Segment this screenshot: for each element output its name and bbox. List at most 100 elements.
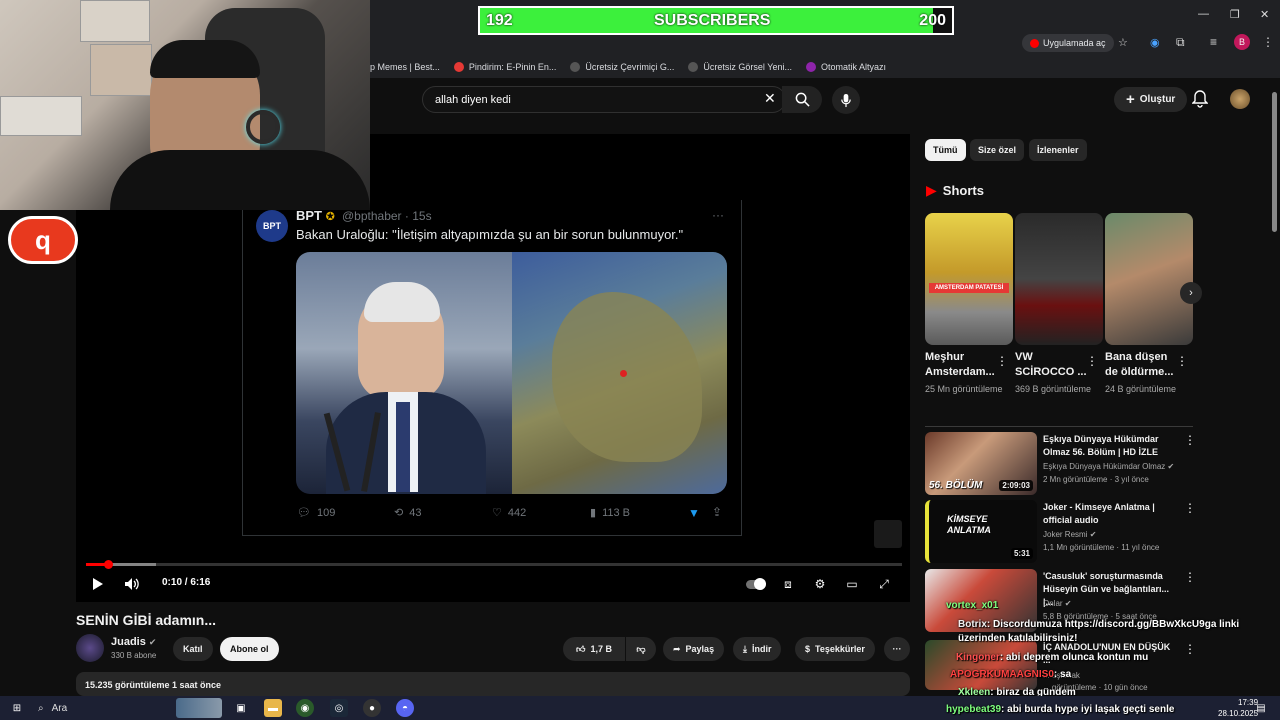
chip-for-you[interactable]: Size özel	[970, 139, 1025, 161]
recommended-thumbnail[interactable]: KİMSEYE ANLATMA 5:31	[925, 500, 1037, 563]
chat-message: APOGRKUMAAGNIS0: sa	[950, 669, 1072, 680]
media-control-icon[interactable]: ≡	[1210, 35, 1217, 49]
more-actions-button[interactable]: ···	[884, 637, 910, 661]
short-title[interactable]: Bana düşen de öldürme...	[1105, 350, 1177, 380]
bookmark-item[interactable]: Ücretsiz Çevrimiçi G...	[570, 62, 674, 72]
thumbs-down-icon: 👎︎	[636, 643, 646, 654]
shorts-icon: ▶	[926, 182, 937, 198]
chrome-icon[interactable]: ◉	[296, 699, 314, 717]
toggle-icon	[746, 577, 766, 590]
video-scrubber-handle[interactable]	[104, 560, 114, 569]
theater-mode-button[interactable]: ▭	[842, 574, 862, 594]
recommended-menu-icon[interactable]: ⋮	[1184, 501, 1196, 515]
share-arrow-icon: ➦	[673, 643, 681, 654]
close-icon[interactable]: ✕	[1260, 8, 1269, 21]
channel-avatar[interactable]	[76, 634, 104, 662]
subtitles-button[interactable]: ⧈	[778, 574, 798, 594]
short-card[interactable]	[1015, 213, 1103, 345]
bookmark-item[interactable]: p Memes | Best...	[370, 62, 440, 72]
recommended-title[interactable]: Eşkıya Dünyaya Hükümdar Olmaz 56. Bölüm …	[1043, 433, 1179, 459]
bookmark-item[interactable]: Pindirim: E-Pinin En...	[453, 62, 556, 72]
profile-avatar[interactable]: B	[1234, 34, 1250, 50]
recommended-channel[interactable]: Eşkıya Dünyaya Hükümdar Olmaz ✔	[1043, 461, 1174, 473]
short-menu-icon[interactable]: ⋮	[1176, 354, 1188, 368]
video-time: 0:10 / 6:16	[162, 577, 211, 588]
like-button[interactable]: 👍︎ 1,7 B	[563, 637, 625, 661]
bookmark-star-icon[interactable]: ☆	[1118, 36, 1128, 49]
video-duration: 5:31	[1010, 548, 1033, 559]
settings-button[interactable]: ⚙	[810, 574, 830, 594]
chip-watched[interactable]: İzlenenler	[1029, 139, 1087, 161]
fullscreen-button[interactable]: ⤢	[874, 574, 894, 594]
autoplay-toggle[interactable]	[745, 574, 767, 594]
altyazi-icon	[805, 62, 816, 72]
recommended-meta: 2 Mn görüntüleme · 3 yıl önce	[1043, 475, 1149, 484]
tweet-handle: @bpthaber · 15s	[342, 209, 432, 223]
notifications-bell-icon[interactable]	[1191, 90, 1209, 113]
short-title[interactable]: VW SCİROCCO ...	[1015, 350, 1087, 380]
file-explorer-icon[interactable]: ▬	[264, 699, 282, 717]
short-card[interactable]	[1105, 213, 1193, 345]
bookmark-item[interactable]: Otomatik Altyazı	[805, 62, 886, 72]
short-menu-icon[interactable]: ⋮	[1086, 354, 1098, 368]
taskbar-search[interactable]: ⌕ Ara	[32, 698, 222, 718]
dislike-button[interactable]: 👎︎	[626, 637, 656, 661]
recommended-menu-icon[interactable]: ⋮	[1184, 570, 1196, 584]
minimize-icon[interactable]: —	[1198, 8, 1209, 20]
recommended-menu-icon[interactable]: ⋮	[1184, 433, 1196, 447]
page-scrollbar-thumb[interactable]	[1272, 92, 1277, 232]
share-button[interactable]: ➦ Paylaş	[663, 637, 725, 661]
voice-search-button[interactable]	[832, 86, 860, 114]
short-card[interactable]: AMSTERDAM PATATESİ	[925, 213, 1013, 345]
browser-menu-icon[interactable]: ⋮	[1262, 35, 1274, 49]
open-in-app-button[interactable]: Uygulamada aç	[1022, 34, 1114, 52]
restore-icon[interactable]: ❐	[1230, 8, 1240, 21]
extensions-puzzle-icon[interactable]: ⧉	[1176, 35, 1185, 50]
volume-icon	[125, 578, 139, 590]
short-title[interactable]: Meşhur Amsterdam...	[925, 350, 997, 380]
create-button[interactable]: + Oluştur	[1114, 87, 1188, 112]
bookmark-item[interactable]: Ücretsiz Görsel Yeni...	[688, 62, 792, 72]
channel-watermark[interactable]	[874, 520, 902, 548]
steam-icon[interactable]: ◎	[330, 699, 348, 717]
streamer-logo-badge: q	[8, 216, 78, 264]
obs-icon[interactable]: ●	[363, 699, 381, 717]
section-divider	[925, 426, 1193, 427]
chip-all[interactable]: Tümü	[925, 139, 966, 161]
shorts-next-button[interactable]: ›	[1180, 282, 1202, 304]
extension-icon[interactable]: ◉	[1150, 36, 1160, 49]
short-menu-icon[interactable]: ⋮	[996, 354, 1008, 368]
recommended-channel[interactable]: Onlar ✔	[1043, 598, 1072, 610]
page-icon	[570, 62, 581, 72]
discord-icon[interactable]: ◓	[396, 699, 414, 717]
video-description[interactable]: 15.235 görüntüleme 1 saat önce	[76, 672, 910, 696]
fullscreen-icon: ⤢	[879, 576, 889, 591]
tweet-retweets: ⟲ 43	[394, 506, 422, 520]
task-view-icon[interactable]: ▣	[232, 699, 250, 717]
recommended-channel[interactable]: Joker Resmi ✔	[1043, 529, 1096, 541]
thanks-button[interactable]: $ Teşekkürler	[795, 637, 875, 661]
join-button[interactable]: Katıl	[173, 637, 213, 661]
notifications-icon[interactable]: ▤	[1252, 699, 1270, 717]
recommended-thumbnail[interactable]: 56. BÖLÜM 2:09:03	[925, 432, 1037, 495]
subscribe-button[interactable]: Abone ol	[220, 637, 279, 661]
recommended-thumbnail[interactable]	[925, 640, 1037, 690]
search-button[interactable]	[782, 86, 822, 113]
download-button[interactable]: ⤓ İndir	[733, 637, 782, 661]
play-icon	[93, 578, 103, 590]
video-title: SENİN GİBİ adamın...	[76, 612, 217, 628]
recommended-title[interactable]: Joker - Kimseye Anlatma | official audio	[1043, 501, 1179, 527]
video-progress-track[interactable]	[86, 563, 902, 566]
clear-search-icon[interactable]: ✕	[764, 90, 776, 107]
thumbnail-overlay-text: 56. BÖLÜM	[929, 480, 983, 491]
windows-start-icon[interactable]: ⊞	[8, 699, 26, 717]
search-input[interactable]	[422, 86, 786, 113]
account-avatar[interactable]	[1230, 89, 1250, 109]
short-views: 369 B görüntüleme	[1015, 384, 1092, 394]
short-overlay-text: AMSTERDAM PATATESİ	[929, 283, 1009, 293]
play-button[interactable]	[88, 574, 108, 594]
volume-button[interactable]	[122, 574, 142, 594]
subtitles-icon: ⧈	[784, 576, 792, 591]
channel-name[interactable]: Juadis ✔	[111, 636, 156, 648]
verified-check-icon: ✔	[1064, 599, 1072, 608]
